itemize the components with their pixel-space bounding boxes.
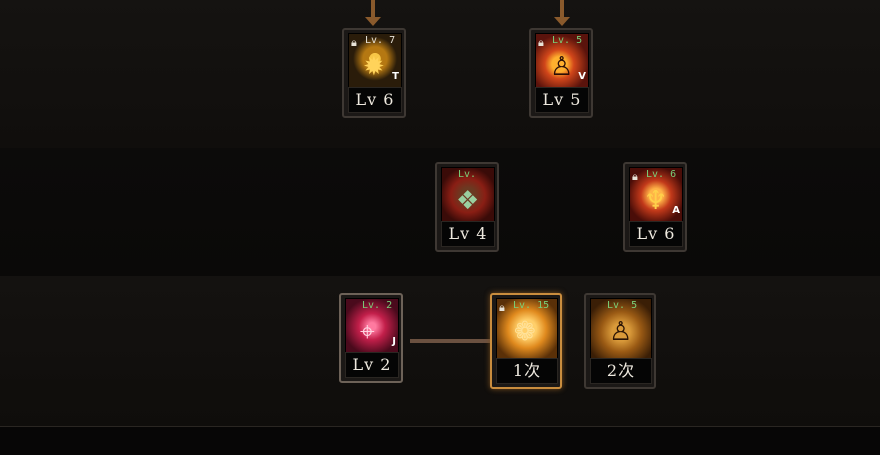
skill-card[interactable]: ♆ 🔒︎ Lv. 6 A Lv 6	[623, 162, 687, 252]
skill-level-label: Lv 2	[345, 352, 399, 378]
skill-count-label: 1次	[496, 358, 558, 384]
connector-arrow	[554, 0, 570, 26]
tree-row-1	[0, 0, 880, 148]
connector-arrow	[365, 0, 381, 26]
skill-level-label: Lv 6	[348, 87, 402, 113]
skill-count-label: 2次	[590, 358, 652, 384]
key-letter: T	[392, 71, 399, 82]
key-letter: J	[392, 336, 396, 347]
skill-card[interactable]: ✹ 🔒︎ Lv. 7 T Lv 6	[342, 28, 406, 118]
skill-card[interactable]: ⌖ Lv. 2 J Lv 2	[339, 293, 403, 383]
level-tag: Lv. 15	[513, 300, 550, 311]
level-tag: Lv. 5	[607, 300, 638, 311]
lock-icon: 🔒︎	[538, 36, 544, 49]
skill-card-selected[interactable]: ❁ 🔒︎ Lv. 15 1次	[490, 293, 562, 389]
key-letter: A	[672, 205, 680, 216]
connector-line	[410, 339, 490, 343]
skill-level-label: Lv 5	[535, 87, 589, 113]
bottom-bar	[0, 426, 880, 455]
level-tag: Lv. 2	[362, 300, 393, 311]
key-letter: V	[578, 71, 586, 82]
skill-level-label: Lv 6	[629, 221, 683, 247]
skill-card[interactable]: ❖ Lv. Lv 4	[435, 162, 499, 252]
skill-card[interactable]: ♙ 🔒︎ Lv. 5 V Lv 5	[529, 28, 593, 118]
level-tag: Lv. 7	[365, 35, 396, 46]
lock-icon: 🔒︎	[499, 301, 505, 314]
lock-icon: 🔒︎	[351, 36, 357, 49]
level-tag: Lv. 6	[646, 169, 677, 180]
lock-icon: 🔒︎	[632, 170, 638, 183]
level-tag: Lv.	[458, 169, 477, 180]
skill-card[interactable]: ♙ Lv. 5 2次	[584, 293, 656, 389]
level-tag: Lv. 5	[552, 35, 583, 46]
tree-row-3	[0, 276, 880, 426]
skill-level-label: Lv 4	[441, 221, 495, 247]
